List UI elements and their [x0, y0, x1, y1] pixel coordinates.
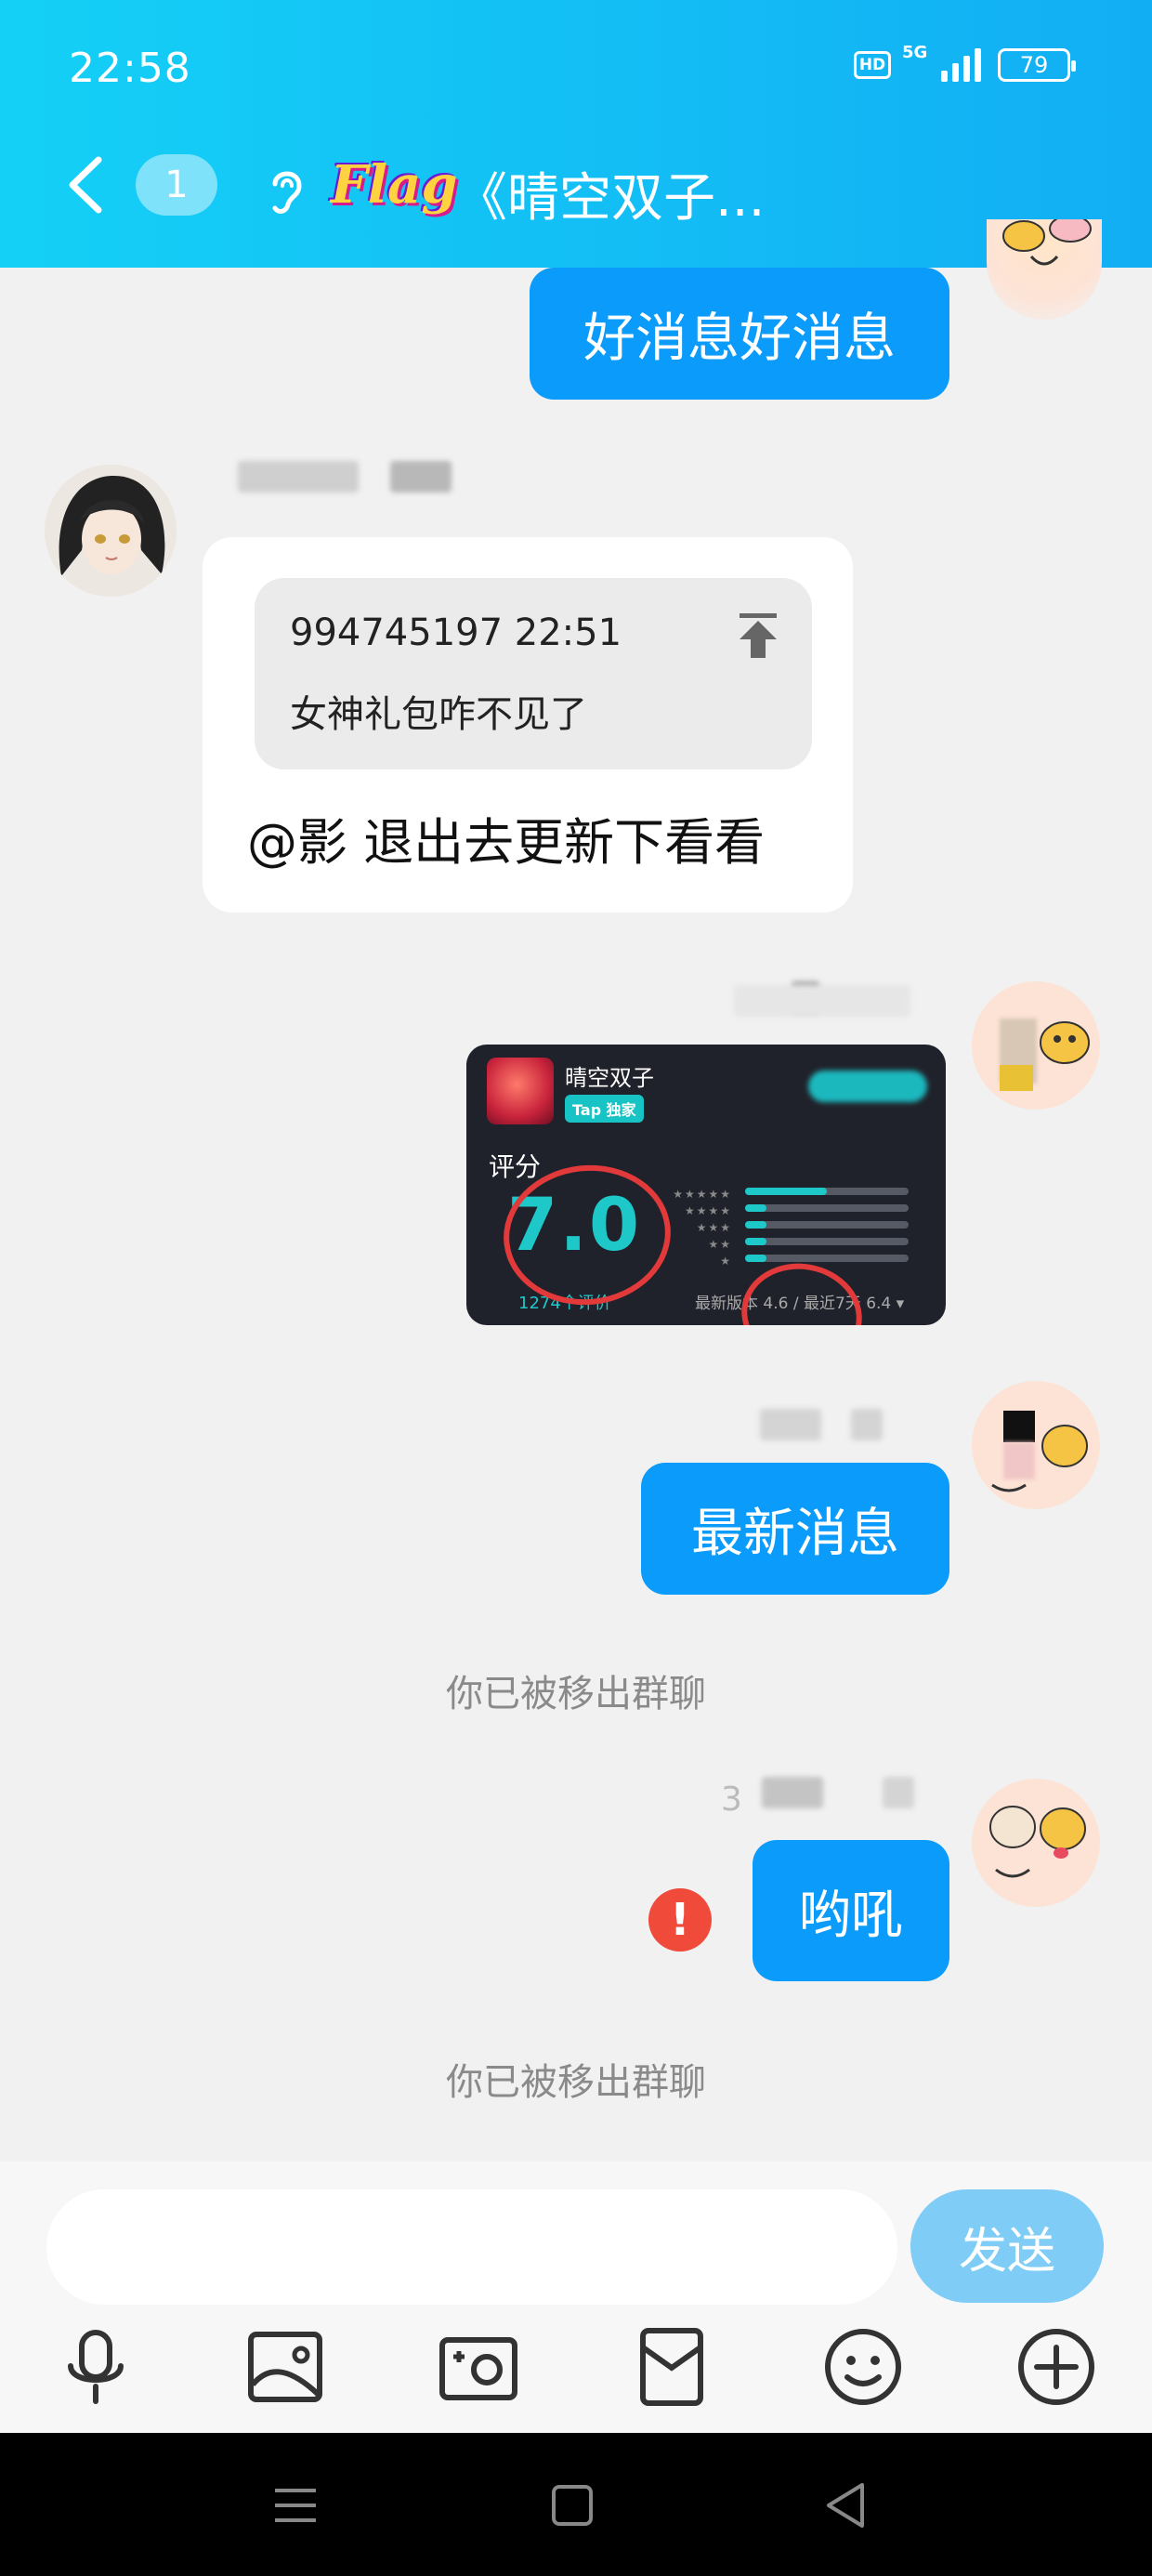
image-icon[interactable] [243, 2325, 327, 2409]
rating-bar-fill [745, 1221, 766, 1229]
mic-icon[interactable] [54, 2325, 137, 2409]
quoted-sender-time: 994745197 22:51 [290, 611, 622, 654]
outgoing-message-bubble[interactable]: 最新消息 [641, 1463, 949, 1595]
image-app-name: 晴空双子 [565, 1065, 654, 1091]
red-packet-icon[interactable] [630, 2325, 713, 2409]
my-avatar[interactable] [987, 219, 1102, 320]
outgoing-message-bubble[interactable]: 哟吼 [753, 1840, 949, 1981]
rating-bar-track [745, 1188, 909, 1195]
quoted-message[interactable]: 994745197 22:51 女神礼包咋不见了 [255, 578, 812, 769]
back-icon[interactable] [818, 2477, 873, 2533]
rating-bar-fill [745, 1188, 827, 1195]
sender-title-redacted [390, 461, 452, 493]
quoted-text: 女神礼包咋不见了 [290, 693, 587, 736]
my-name-partial: 3 [721, 1781, 742, 1819]
tap-exclusive-badge: Tap 独家 [565, 1095, 644, 1123]
outgoing-message-bubble[interactable]: 好消息好消息 [530, 268, 949, 400]
my-avatar[interactable] [972, 981, 1100, 1110]
network-type: 5G [902, 43, 928, 62]
status-icons: HD 5G 79 [854, 43, 1076, 82]
battery-icon: 79 [998, 48, 1076, 82]
my-name-redacted-2 [851, 1409, 883, 1440]
emoji-icon[interactable] [821, 2325, 905, 2409]
send-button[interactable]: 发送 [910, 2189, 1104, 2303]
my-avatar[interactable] [972, 1779, 1100, 1907]
message-text: 好消息好消息 [583, 308, 896, 369]
rating-bar-track [745, 1221, 909, 1229]
my-name-redacted [760, 1409, 821, 1440]
chat-title[interactable]: 《晴空双子... [455, 156, 765, 231]
image-top-chip [808, 1071, 927, 1102]
unread-count-badge[interactable]: 1 [136, 154, 217, 216]
camera-icon[interactable] [437, 2325, 520, 2409]
signal-icon: 5G [902, 43, 981, 82]
cartoon-avatar-icon [1002, 219, 1092, 266]
sender-name-redacted [238, 461, 359, 493]
cartoon-avatar-icon [991, 1411, 1088, 1492]
rating-bar-track [745, 1255, 909, 1262]
my-name-redacted [762, 1777, 823, 1808]
rating-bar-fill [745, 1204, 766, 1212]
message-input[interactable] [46, 2189, 897, 2305]
rating-distribution-bars [745, 1188, 909, 1271]
rating-bar-track [745, 1238, 909, 1245]
back-arrow-icon[interactable] [63, 152, 110, 217]
message-text: 最新消息 [691, 1503, 899, 1564]
hd-icon: HD [854, 51, 891, 79]
chat-header: 22:58 HD 5G 79 1 Flag 《晴空双子... [0, 0, 1152, 268]
jump-to-original-icon[interactable] [736, 611, 780, 660]
plus-icon[interactable] [1015, 2325, 1098, 2409]
reply-message-bubble[interactable]: 994745197 22:51 女神礼包咋不见了 @影 退出去更新下看看 [203, 537, 853, 913]
rating-bar-fill [745, 1255, 766, 1262]
my-name-redacted-2 [734, 985, 910, 1017]
my-avatar[interactable] [972, 1381, 1100, 1509]
cartoon-avatar-icon [1000, 1019, 1090, 1091]
app-icon [487, 1058, 554, 1124]
home-icon[interactable] [544, 2477, 600, 2533]
rating-bar-track [745, 1204, 909, 1212]
shared-image-rating-card[interactable]: 晴空双子 Tap 独家 评分 7.0 1274个评价 最新版本 4.6 / 最近… [466, 1045, 946, 1325]
sender-avatar[interactable] [45, 465, 177, 597]
reply-text: @影 退出去更新下看看 [247, 813, 766, 872]
status-time: 22:58 [69, 45, 191, 92]
rating-bar-fill [745, 1238, 766, 1245]
battery-level: 79 [1019, 52, 1049, 78]
system-notice: 你已被移出群聊 [446, 1673, 706, 1715]
anime-avatar-icon [45, 465, 177, 597]
send-failed-icon[interactable]: ! [648, 1888, 712, 1952]
system-notice: 你已被移出群聊 [446, 2061, 706, 2104]
earpiece-mode-icon[interactable] [262, 164, 308, 217]
message-text: 哟吼 [799, 1885, 903, 1946]
my-name-redacted-2 [883, 1777, 914, 1808]
system-nav-bar [0, 2433, 1152, 2576]
menu-icon[interactable] [268, 2477, 323, 2533]
input-area: 发送 [0, 2162, 1152, 2433]
group-logo: Flag [331, 154, 458, 216]
cartoon-avatar-icon [989, 1806, 1086, 1878]
rating-label: 评分 [489, 1151, 542, 1182]
